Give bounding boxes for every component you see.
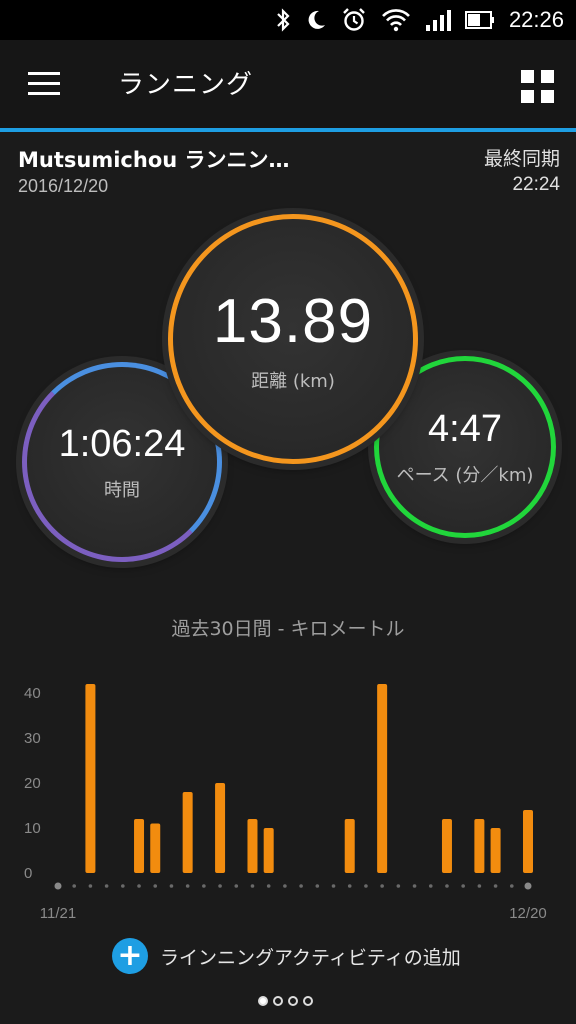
day-dot (121, 884, 125, 888)
day-dot (153, 884, 158, 888)
distance-label: 距離 (km) (251, 370, 335, 392)
day-dot (299, 884, 303, 888)
bar (441, 819, 452, 873)
last-sync-time: 22:24 (512, 174, 560, 195)
day-dot (493, 884, 498, 888)
activity-date: 2016/12/20 (18, 176, 109, 196)
y-tick-label: 20 (24, 775, 41, 792)
day-dot (461, 884, 465, 888)
chart-svg: 0 10 20 30 40 11/21 12/20 (24, 684, 547, 922)
day-dot (169, 884, 174, 888)
time-value: 1:06:24 (58, 422, 186, 465)
pace-label: ペース (分／km) (396, 464, 534, 486)
day-dot (380, 884, 384, 888)
bar (215, 783, 226, 873)
day-dot (509, 884, 514, 888)
day-dot (234, 884, 239, 888)
page-dot[interactable] (303, 996, 313, 1006)
day-dot (137, 884, 141, 888)
day-dot (283, 884, 287, 888)
x-end-label: 12/20 (509, 905, 547, 922)
grid-view-button[interactable] (521, 70, 554, 103)
time-label: 時間 (104, 479, 140, 501)
battery-icon (464, 10, 495, 30)
y-tick-label: 40 (24, 685, 41, 702)
bar (247, 819, 258, 873)
plus-icon: + (112, 938, 148, 974)
day-dot (88, 884, 93, 888)
app-bar: ランニング (0, 40, 576, 128)
day-dot (185, 884, 190, 888)
add-activity-button[interactable]: + ラインニングアクティビティの追加 (112, 938, 461, 974)
day-dot (412, 884, 417, 888)
bluetooth-icon (275, 8, 291, 32)
day-dot (54, 882, 62, 890)
day-dot (364, 884, 368, 888)
signal-icon (425, 9, 451, 31)
bar (150, 823, 161, 873)
x-start-label: 11/21 (40, 905, 76, 922)
day-dot (445, 884, 449, 888)
page-title: ランニング (118, 70, 254, 100)
bar (85, 684, 96, 873)
page-indicator[interactable] (258, 996, 313, 1006)
status-time: 22:26 (508, 7, 564, 32)
bar (523, 810, 533, 873)
y-tick-label: 0 (24, 865, 32, 882)
moon-icon (305, 8, 327, 32)
day-dot (202, 884, 206, 888)
bar (263, 828, 274, 873)
page-dot[interactable] (258, 996, 268, 1006)
day-dot (266, 884, 271, 888)
day-dot (347, 884, 352, 888)
day-dot (104, 884, 109, 888)
y-tick-label: 30 (24, 730, 41, 747)
bar (490, 828, 501, 873)
grid-icon (521, 70, 534, 83)
accent-divider (0, 128, 576, 132)
distance-value: 13.89 (212, 286, 374, 356)
bar (182, 792, 193, 873)
y-tick-label: 10 (24, 820, 41, 837)
hamburger-icon (28, 72, 60, 75)
alarm-icon (341, 7, 367, 33)
pace-value: 4:47 (428, 407, 502, 450)
day-dot (72, 884, 77, 888)
add-activity-label: ラインニングアクティビティの追加 (160, 946, 461, 969)
day-dot (428, 884, 433, 888)
day-dot (250, 884, 255, 888)
page-dot[interactable] (288, 996, 298, 1006)
bar (134, 819, 145, 873)
day-dot (331, 884, 336, 888)
distance-circle[interactable]: 13.89 距離 (km) (168, 214, 418, 464)
bar (344, 819, 355, 873)
distance-chart[interactable]: 0 10 20 30 40 11/21 12/20 (0, 670, 576, 930)
last-sync-label: 最終同期 (483, 148, 560, 170)
day-dot (524, 882, 532, 890)
day-dot (218, 884, 222, 888)
wifi-icon (381, 8, 411, 32)
menu-button[interactable] (28, 72, 60, 96)
day-dot (396, 884, 401, 888)
bar (474, 819, 485, 873)
page-dot[interactable] (273, 996, 283, 1006)
activity-name[interactable]: Mutsumichou ランニン… (18, 144, 290, 174)
chart-title: 過去30日間 - キロメートル (171, 618, 405, 640)
day-dot (477, 884, 482, 888)
day-dot (315, 884, 320, 888)
bar (377, 684, 388, 873)
status-bar: 22:26 (0, 0, 576, 40)
